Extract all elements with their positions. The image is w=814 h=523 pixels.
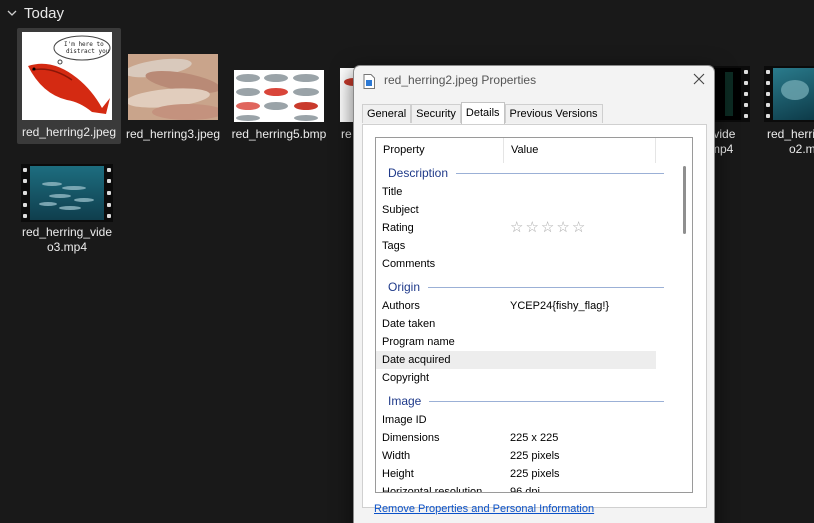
file-name: red_herring5.bmp: [231, 127, 327, 141]
image-thumbnail: I'm here to distract you: [22, 32, 112, 120]
svg-text:I'm here to: I'm here to: [64, 41, 104, 48]
svg-text:distract you: distract you: [66, 48, 110, 55]
section-image: Image: [388, 392, 664, 410]
star-icon[interactable]: ☆: [572, 219, 585, 237]
tab-details[interactable]: Details: [460, 102, 505, 124]
file-tile-video[interactable]: g_video.mp4: [714, 28, 754, 158]
group-title: Today: [24, 4, 65, 22]
row-horizontal-resolution[interactable]: Horizontal resolution 96 dpi: [376, 483, 656, 492]
row-date-acquired[interactable]: Date acquired: [376, 351, 656, 369]
file-tile-red-herring3[interactable]: red_herring3.jpeg: [123, 28, 223, 144]
tab-general[interactable]: General: [362, 104, 412, 123]
file-name: red_herring2.jpeg: [21, 125, 117, 139]
row-date-taken[interactable]: Date taken: [376, 315, 656, 333]
row-width[interactable]: Width 225 pixels: [376, 447, 656, 465]
chevron-down-icon[interactable]: [6, 7, 18, 19]
row-tags[interactable]: Tags: [376, 237, 656, 255]
file-name: red_herring_vide o3.mp4: [21, 225, 113, 254]
authors-value: YCEP24{fishy_flag!}: [510, 300, 610, 312]
file-tile-red-herring-video3[interactable]: red_herring_vide o3.mp4: [17, 160, 117, 260]
file-tile-video-2[interactable]: red_herri o2.m: [758, 28, 814, 158]
image-thumbnail: [128, 54, 218, 120]
file-icon: [363, 74, 375, 89]
star-icon[interactable]: ☆: [510, 219, 523, 237]
section-origin: Origin: [388, 278, 664, 296]
video-thumbnail: [21, 164, 113, 222]
row-height[interactable]: Height 225 pixels: [376, 465, 656, 483]
row-comments[interactable]: Comments: [376, 255, 656, 273]
list-header: Property Value: [376, 138, 692, 163]
row-program-name[interactable]: Program name: [376, 333, 656, 351]
column-header-value[interactable]: Value: [504, 138, 656, 163]
video-thumbnail: [714, 66, 750, 122]
file-name: g_video.mp4: [714, 127, 736, 156]
property-list[interactable]: Property Value Description Title Subject…: [375, 137, 693, 493]
details-panel: Property Value Description Title Subject…: [362, 124, 707, 508]
section-description: Description: [388, 164, 664, 182]
tab-security[interactable]: Security: [411, 104, 461, 123]
row-subject[interactable]: Subject: [376, 201, 656, 219]
close-icon[interactable]: [692, 72, 706, 86]
row-title[interactable]: Title: [376, 183, 656, 201]
column-header-property[interactable]: Property: [376, 138, 504, 163]
row-dimensions[interactable]: Dimensions 225 x 225: [376, 429, 656, 447]
file-name: red_herring3.jpeg: [125, 127, 221, 141]
group-header-today[interactable]: Today: [6, 3, 64, 23]
row-image-id[interactable]: Image ID: [376, 411, 656, 429]
video-thumbnail: [764, 66, 814, 122]
file-tile-red-herring5[interactable]: red_herring5.bmp: [229, 28, 329, 158]
remove-properties-link[interactable]: Remove Properties and Personal Informati…: [374, 503, 594, 515]
row-rating[interactable]: Rating ☆ ☆ ☆ ☆ ☆: [376, 219, 656, 237]
star-icon[interactable]: ☆: [556, 219, 569, 237]
row-authors[interactable]: Authors YCEP24{fishy_flag!}: [376, 297, 656, 315]
file-tile-partial[interactable]: re: [335, 28, 355, 144]
file-tile-red-herring2[interactable]: I'm here to distract you red_herring2.jp…: [17, 28, 121, 144]
file-name: red_herri o2.m: [767, 127, 814, 156]
dialog-title: red_herring2.jpeg Properties: [384, 73, 537, 87]
properties-dialog: red_herring2.jpeg Properties General Sec…: [353, 65, 715, 523]
star-icon[interactable]: ☆: [525, 219, 538, 237]
rating-stars[interactable]: ☆ ☆ ☆ ☆ ☆: [510, 219, 585, 237]
star-icon[interactable]: ☆: [541, 219, 554, 237]
tab-bar: General Security Details Previous Versio…: [362, 102, 603, 124]
scrollbar-thumb[interactable]: [683, 166, 686, 234]
row-copyright[interactable]: Copyright: [376, 369, 656, 387]
tab-previous-versions[interactable]: Previous Versions: [504, 104, 603, 123]
image-thumbnail: [234, 70, 324, 122]
